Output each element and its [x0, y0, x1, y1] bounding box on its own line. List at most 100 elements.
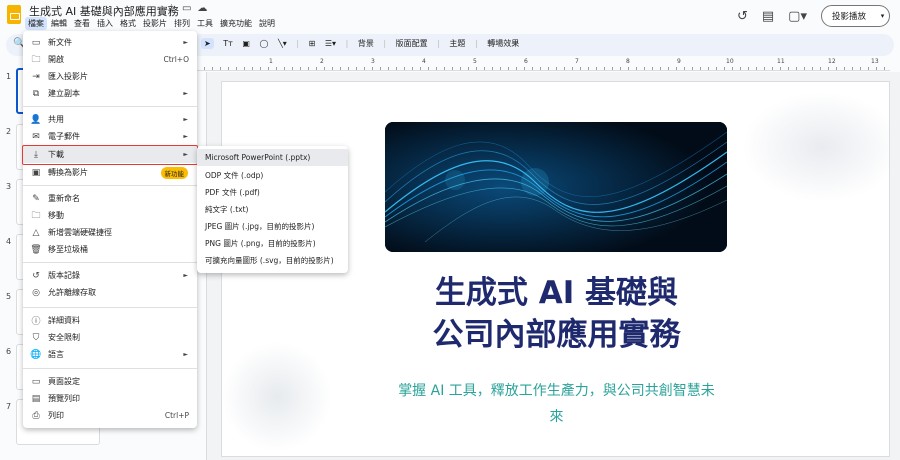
download-png[interactable]: PNG 圖片 (.png，目前的投影片)	[197, 235, 348, 252]
menu-file[interactable]: 檔案	[25, 17, 47, 30]
trash-icon: 🗑	[30, 244, 42, 255]
menu-divider	[23, 262, 197, 263]
slide-title[interactable]: 生成式 AI 基礎與 公司內部應用實務	[222, 272, 889, 356]
download-pdf[interactable]: PDF 文件 (.pdf)	[197, 184, 348, 201]
ruler-tick: 6	[524, 58, 528, 65]
comment-add-icon[interactable]: ⊞	[309, 39, 316, 48]
menu-item-page-setup[interactable]: ▭ 頁面設定	[23, 373, 197, 390]
new-feature-badge: 新功能	[160, 166, 188, 179]
menu-item-open[interactable]: 🗀 開啟 Ctrl+O	[23, 51, 197, 68]
page-setup-icon: ▭	[31, 376, 41, 387]
slide-subtitle[interactable]: 掌握 AI 工具，釋放工作生產力，與公司共創智慧未 來	[382, 378, 731, 430]
slide-subtitle-line: 掌握 AI 工具，釋放工作生產力，與公司共創智慧未	[398, 383, 715, 399]
security-icon: ⛉	[32, 332, 40, 343]
line-icon[interactable]: ╲▾	[278, 39, 287, 48]
select-tool-icon[interactable]: ➤	[201, 38, 214, 49]
menu-arrange[interactable]: 排列	[171, 17, 193, 30]
download-submenu: Microsoft PowerPoint (.pptx) ODP 文件 (.od…	[197, 146, 348, 273]
layout-button[interactable]: 版面配置	[396, 39, 428, 48]
menu-item-share[interactable]: 👤 共用 ►	[23, 111, 197, 128]
slide-number: 5	[6, 292, 12, 301]
ruler-tick: 13	[871, 58, 879, 65]
horizontal-ruler[interactable]: 1 2 3 4 5 6 7 8 9 10 11 12 13	[196, 58, 890, 71]
star-icon[interactable]: ☆	[167, 3, 176, 14]
menu-item-copy[interactable]: ⧉ 建立副本 ►	[23, 85, 197, 102]
theme-button[interactable]: 主題	[449, 39, 465, 48]
menu-insert[interactable]: 插入	[94, 17, 116, 30]
download-jpg[interactable]: JPEG 圖片 (.jpg，目前的投影片)	[197, 218, 348, 235]
menu-item-print-preview[interactable]: ▤ 預覽列印	[23, 390, 197, 407]
submenu-arrow-icon: ►	[183, 272, 188, 279]
ruler-tick: 9	[677, 58, 681, 65]
text-box-icon[interactable]: Tт	[223, 39, 233, 48]
align-icon[interactable]: ☰▾	[325, 39, 336, 48]
menu-help[interactable]: 說明	[256, 17, 278, 30]
menu-edit[interactable]: 編輯	[48, 17, 70, 30]
download-svg[interactable]: 可擴充向量圖形 (.svg，目前的投影片)	[197, 252, 348, 269]
menu-item-label: 允許離線存取	[48, 288, 96, 297]
present-button[interactable]: 投影播放	[820, 5, 877, 27]
header-actions: ↺ ▤ ▢▾ 投影播放 ▾	[737, 5, 890, 27]
cloud-status-icon[interactable]: ☁	[197, 3, 207, 14]
menu-item-version-history[interactable]: ↺ 版本記錄 ►	[23, 267, 197, 284]
history-icon[interactable]: ↺	[737, 9, 748, 24]
slide-number: 6	[6, 347, 12, 356]
shape-icon[interactable]: ◯	[259, 39, 268, 48]
menu-extensions[interactable]: 擴充功能	[217, 17, 255, 30]
ruler-tick: 2	[320, 58, 324, 65]
ruler-tick: 12	[828, 58, 836, 65]
slide-title-line: 公司內部應用實務	[432, 317, 681, 353]
slides-logo-icon[interactable]	[7, 5, 21, 24]
menu-item-label: 共用	[48, 115, 64, 124]
folder-icon: 🗀	[31, 54, 41, 65]
menu-item-trash[interactable]: 🗑 移至垃圾桶	[23, 241, 197, 258]
video-icon: ▣	[31, 167, 41, 178]
menu-item-email[interactable]: ✉ 電子郵件 ►	[23, 128, 197, 145]
menu-item-offline[interactable]: ◎ 允許離線存取	[23, 284, 197, 301]
menu-item-language[interactable]: 🌐 語言 ►	[23, 346, 197, 363]
info-icon: ⓘ	[31, 317, 41, 327]
download-pptx[interactable]: Microsoft PowerPoint (.pptx)	[197, 149, 348, 166]
move-folder-icon[interactable]: ▭	[182, 3, 191, 14]
menu-format[interactable]: 格式	[117, 17, 139, 30]
decorative-glow	[222, 342, 332, 452]
hero-image[interactable]	[385, 122, 727, 252]
submenu-arrow-icon: ►	[183, 39, 188, 46]
ruler-tick: 7	[575, 58, 579, 65]
menu-item-print[interactable]: ⎙ 列印 Ctrl+P	[23, 407, 197, 424]
menu-item-details[interactable]: ⓘ 詳細資料	[23, 312, 197, 329]
menu-tools[interactable]: 工具	[194, 17, 216, 30]
menu-item-drive-shortcut[interactable]: △ 新增雲端硬碟捷徑	[23, 224, 197, 241]
slide-number: 4	[6, 237, 12, 246]
menu-shortcut: Ctrl+P	[164, 411, 189, 420]
image-icon[interactable]: ▣	[242, 39, 250, 48]
comments-icon[interactable]: ▤	[762, 9, 774, 24]
menu-slide[interactable]: 投影片	[140, 17, 170, 30]
ai-wave-graphic	[385, 122, 727, 252]
menu-item-move[interactable]: 🗀 移動	[23, 207, 197, 224]
menu-shortcut: Ctrl+O	[163, 55, 189, 64]
menu-item-label: 重新命名	[48, 194, 80, 203]
menu-view[interactable]: 查看	[71, 17, 93, 30]
ruler-tick: 3	[371, 58, 375, 65]
meet-icon[interactable]: ▢▾	[788, 9, 807, 24]
download-odp[interactable]: ODP 文件 (.odp)	[197, 167, 348, 184]
globe-icon: 🌐	[30, 349, 42, 360]
menu-bar: 檔案 編輯 查看 插入 格式 投影片 排列 工具 擴充功能 說明	[25, 17, 279, 30]
menu-item-new[interactable]: ▭ 新文件 ►	[23, 34, 197, 51]
present-dropdown-icon[interactable]: ▾	[876, 5, 890, 27]
menu-item-security[interactable]: ⛉ 安全限制	[23, 329, 197, 346]
menu-item-label: 匯入投影片	[48, 72, 88, 81]
download-highlight-box	[22, 145, 198, 165]
menu-item-import[interactable]: ⇥ 匯入投影片	[23, 68, 197, 85]
menu-item-label: 開啟	[48, 55, 64, 64]
menu-item-rename[interactable]: ✎ 重新命名	[23, 190, 197, 207]
menu-item-convert-video[interactable]: ▣ 轉換為影片 新功能	[23, 164, 197, 181]
background-button[interactable]: 背景	[358, 39, 374, 48]
download-txt[interactable]: 純文字 (.txt)	[197, 201, 348, 218]
ruler-tick: 10	[726, 58, 734, 65]
move-icon: 🗀	[31, 210, 41, 221]
transition-button[interactable]: 轉場效果	[487, 39, 519, 48]
menu-item-label: 建立副本	[48, 89, 80, 98]
menu-item-label: 列印	[48, 411, 64, 420]
